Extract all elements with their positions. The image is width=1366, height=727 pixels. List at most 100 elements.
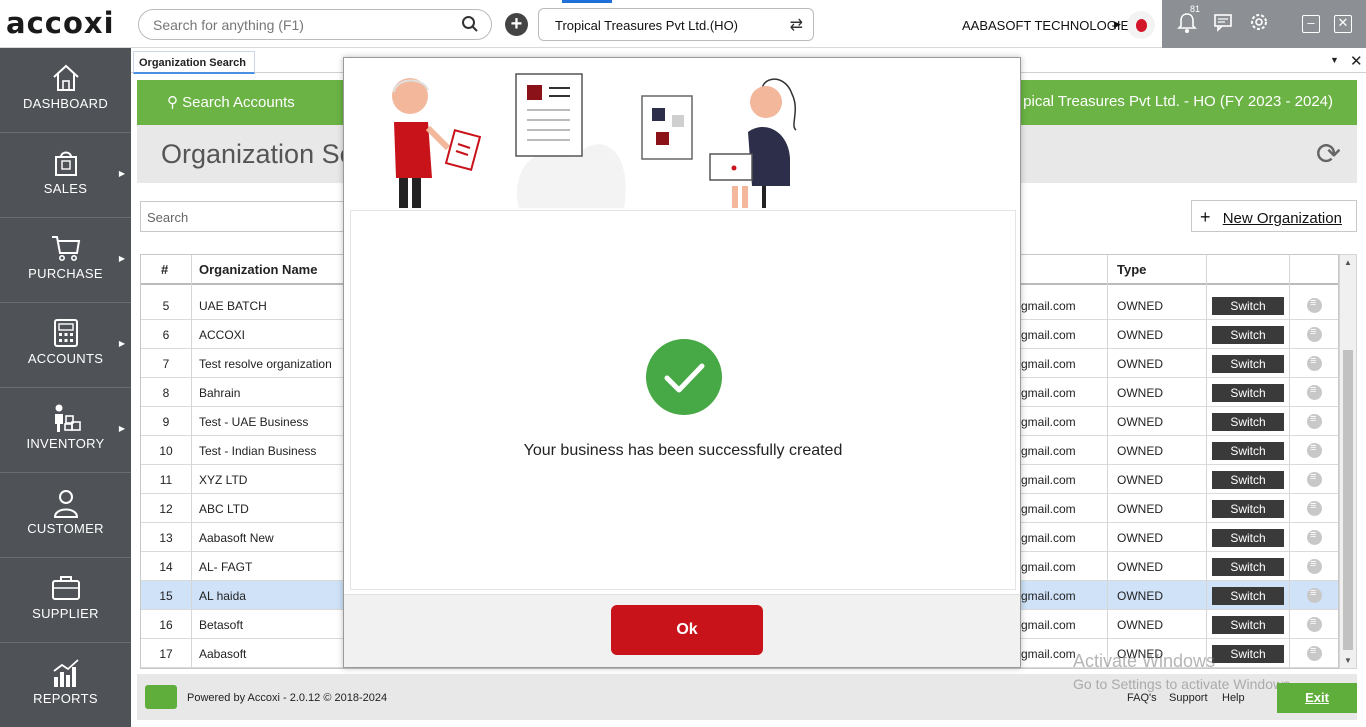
refresh-icon[interactable]: ⟳	[1316, 137, 1341, 172]
ok-button[interactable]: Ok	[611, 605, 763, 655]
sidebar-item-accounts[interactable]: ACCOUNTS ▶	[0, 303, 131, 388]
sidebar-item-customer[interactable]: CUSTOMER	[0, 473, 131, 558]
sidebar-item-label: CUSTOMER	[27, 521, 104, 536]
switch-button[interactable]: Switch	[1212, 442, 1284, 460]
organization-type: OWNED	[1117, 502, 1163, 516]
row-number: 11	[159, 473, 173, 487]
sidebar-item-reports[interactable]: REPORTS	[0, 643, 131, 727]
switch-button[interactable]: Switch	[1212, 355, 1284, 373]
windows-watermark-subtitle: Go to Settings to activate Windows.	[1073, 676, 1294, 692]
global-search-placeholder: Search for anything (F1)	[153, 17, 304, 33]
scroll-thumb[interactable]	[1343, 350, 1353, 650]
search-accounts-button[interactable]: ⚲ Search Accounts	[167, 93, 295, 111]
switch-button[interactable]: Switch	[1212, 587, 1284, 605]
success-dialog: Your business has been successfully crea…	[343, 57, 1021, 668]
organization-email: gmail.com	[1021, 386, 1076, 400]
new-organization-button[interactable]: + New Organization	[1191, 200, 1357, 232]
chevron-right-icon: ▶	[118, 169, 125, 178]
row-number: 8	[162, 386, 170, 400]
organization-name: ABC LTD	[199, 502, 249, 516]
row-menu-icon[interactable]	[1307, 384, 1322, 400]
search-icon[interactable]	[461, 15, 479, 36]
sidebar-item-sales[interactable]: SALES ▶	[0, 133, 131, 218]
row-menu-icon[interactable]	[1307, 529, 1322, 545]
row-menu-icon[interactable]	[1307, 442, 1322, 458]
organization-name: ACCOXI	[199, 328, 246, 342]
row-menu-icon[interactable]	[1307, 413, 1322, 429]
row-number: 6	[162, 328, 170, 342]
switch-button[interactable]: Switch	[1212, 326, 1284, 344]
organization-name: Test resolve organization	[199, 357, 332, 371]
switch-button[interactable]: Switch	[1212, 384, 1284, 402]
tab-organization-search[interactable]: Organization Search	[133, 51, 255, 74]
organization-email: gmail.com	[1021, 357, 1076, 371]
organization-name: UAE BATCH	[199, 299, 267, 313]
global-search-input[interactable]: Search for anything (F1)	[138, 9, 492, 40]
column-divider	[1289, 255, 1290, 668]
row-number: 10	[159, 444, 173, 458]
switch-button[interactable]: Switch	[1212, 413, 1284, 431]
organization-selector[interactable]: Tropical Treasures Pvt Ltd.(HO) ⇄	[538, 8, 814, 41]
scroll-up-icon[interactable]: ▲	[1344, 258, 1352, 267]
switch-button[interactable]: Switch	[1212, 297, 1284, 315]
organization-email: gmail.com	[1021, 473, 1076, 487]
switch-button[interactable]: Switch	[1212, 529, 1284, 547]
organization-type: OWNED	[1117, 357, 1163, 371]
column-header-name: Organization Name	[199, 262, 318, 277]
faq-link[interactable]: FAQ's	[1127, 692, 1157, 704]
row-menu-icon[interactable]	[1307, 355, 1322, 371]
switch-button[interactable]: Switch	[1212, 645, 1284, 663]
row-menu-icon[interactable]	[1307, 297, 1322, 313]
close-tab-icon[interactable]: ✕	[1350, 52, 1363, 70]
row-menu-icon[interactable]	[1307, 645, 1322, 661]
close-window-icon[interactable]: ✕	[1334, 15, 1352, 33]
minimize-icon[interactable]: –	[1302, 15, 1320, 33]
row-menu-icon[interactable]	[1307, 500, 1322, 516]
cart-icon	[50, 232, 82, 264]
financial-year-label: pical Treasures Pvt Ltd. - HO (FY 2023 -…	[1023, 93, 1333, 110]
row-menu-icon[interactable]	[1307, 326, 1322, 342]
tab-dropdown-icon[interactable]: ▼	[1330, 55, 1339, 65]
success-check-icon	[646, 339, 722, 415]
switch-button[interactable]: Switch	[1212, 558, 1284, 576]
shopping-bag-icon	[50, 147, 82, 179]
organization-type: OWNED	[1117, 589, 1163, 603]
organization-type: OWNED	[1117, 328, 1163, 342]
switch-button[interactable]: Switch	[1212, 500, 1284, 518]
add-icon[interactable]: +	[505, 13, 528, 36]
sidebar-item-label: INVENTORY	[26, 436, 105, 451]
exit-button[interactable]: Exit	[1277, 683, 1357, 713]
top-icon-group	[1162, 0, 1282, 48]
bell-icon[interactable]	[1176, 12, 1198, 34]
row-number: 12	[159, 502, 173, 516]
organization-type: OWNED	[1117, 560, 1163, 574]
switch-button[interactable]: Switch	[1212, 616, 1284, 634]
table-scrollbar[interactable]: ▲ ▼	[1339, 254, 1357, 669]
sidebar-item-dashboard[interactable]: DASHBOARD	[0, 48, 131, 133]
powered-by-text: Powered by Accoxi - 2.0.12 © 2018-2024	[187, 692, 388, 704]
row-menu-icon[interactable]	[1307, 471, 1322, 487]
message-icon[interactable]	[1212, 12, 1234, 34]
organization-name: XYZ LTD	[199, 473, 248, 487]
sidebar-item-purchase[interactable]: PURCHASE ▶	[0, 218, 131, 303]
organization-email: gmail.com	[1021, 502, 1076, 516]
company-name[interactable]: AABASOFT TECHNOLOGIES	[962, 18, 1138, 33]
row-menu-icon[interactable]	[1307, 616, 1322, 632]
sidebar-item-label: PURCHASE	[28, 266, 103, 281]
column-divider	[1107, 255, 1108, 668]
support-link[interactable]: Support	[1169, 692, 1208, 704]
briefcase-icon	[50, 572, 82, 604]
list-search-input[interactable]: Search	[140, 201, 360, 232]
row-menu-icon[interactable]	[1307, 558, 1322, 574]
organization-type: OWNED	[1117, 299, 1163, 313]
sidebar-item-inventory[interactable]: INVENTORY ▶	[0, 388, 131, 473]
sidebar-item-supplier[interactable]: SUPPLIER	[0, 558, 131, 643]
switch-org-icon[interactable]: ⇄	[790, 15, 803, 35]
gear-icon[interactable]	[1248, 12, 1270, 34]
organization-email: gmail.com	[1021, 328, 1076, 342]
help-link[interactable]: Help	[1222, 692, 1245, 704]
switch-button[interactable]: Switch	[1212, 471, 1284, 489]
scroll-down-icon[interactable]: ▼	[1344, 656, 1352, 665]
row-menu-icon[interactable]	[1307, 587, 1322, 603]
chevron-right-icon[interactable]: ▶	[1114, 19, 1121, 30]
